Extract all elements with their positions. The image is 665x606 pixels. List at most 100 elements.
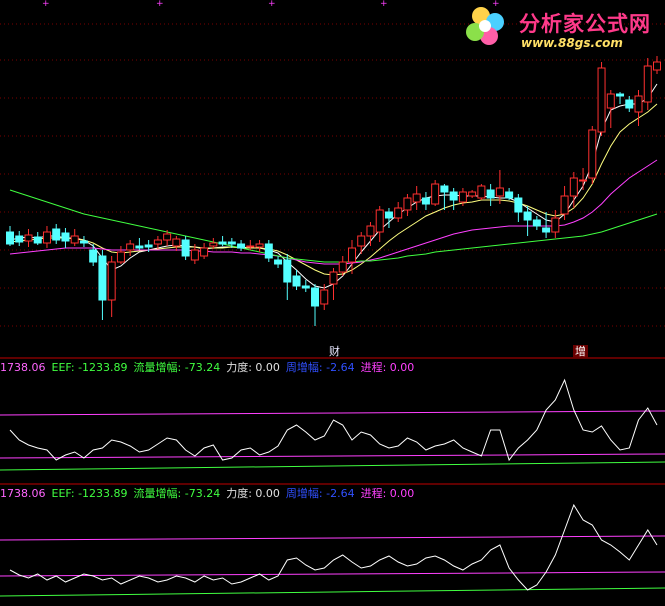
candle-body (70, 235, 79, 244)
readout-item: EEF: -1233.89 (51, 361, 128, 374)
candle-body (320, 289, 329, 305)
candle-body (246, 245, 255, 248)
candle-body (366, 225, 375, 237)
indicator-upper-band (0, 410, 665, 416)
candle-body (181, 239, 190, 257)
candle-body (255, 243, 264, 248)
indicator-line (9, 378, 658, 462)
candle-body (514, 197, 523, 213)
indicator-readout-2: 1738.06 EEF: -1233.89 流量增幅: -73.24 力度: 0.00… (0, 487, 420, 501)
top-tick: + (156, 0, 164, 9)
candle-body (163, 233, 172, 241)
candle-body (431, 183, 440, 205)
readout-item: 周增幅: -2.64 (285, 361, 355, 374)
readout-item: 进程: 0.00 (360, 487, 415, 500)
candle-body (283, 259, 292, 283)
indicator-line (9, 503, 658, 591)
candlestick-series (6, 56, 661, 326)
ma_short-line (9, 83, 658, 289)
readout-item: 进程: 0.00 (360, 361, 415, 374)
candle-body (625, 99, 634, 109)
candle-body (61, 232, 70, 242)
candle-body (274, 259, 283, 265)
candle-body (403, 197, 412, 211)
candle-body (107, 261, 116, 301)
candle-body (357, 235, 366, 247)
top-tick-marks: + + + + + (42, 0, 500, 9)
candle-body (440, 185, 449, 193)
marker-zeng: 增 (573, 345, 588, 358)
readout-item: 力度: 0.00 (226, 487, 280, 500)
stock-chart-canvas[interactable]: + + + + + (0, 0, 665, 606)
candle-body (653, 61, 661, 71)
readout-item: EEF: -1233.89 (51, 487, 128, 500)
readout-item: 力度: 0.00 (226, 361, 280, 374)
candle-body (421, 197, 430, 205)
indicator-lower-band (0, 587, 665, 597)
candle-body (311, 287, 320, 307)
site-logo: 分析家公式网 www.88gs.com (461, 2, 661, 54)
candle-body (569, 177, 578, 197)
readout-item: 流量增幅: -73.24 (133, 487, 221, 500)
candle-body (588, 129, 597, 179)
candle-body (24, 234, 33, 242)
readout-item: 周增幅: -2.64 (285, 487, 355, 500)
top-tick: + (268, 0, 276, 9)
candle-body (227, 241, 236, 245)
candle-body (89, 249, 98, 263)
candle-body (634, 95, 643, 113)
candle-body (375, 209, 384, 233)
top-tick: + (380, 0, 388, 9)
candle-body (468, 191, 477, 197)
candle-body (301, 285, 310, 289)
candle-body (264, 243, 273, 259)
candle-body (616, 93, 625, 97)
candle-body (329, 271, 338, 285)
candle-body (116, 251, 125, 263)
candle-body (153, 239, 162, 245)
candle-body (384, 211, 393, 219)
candle-body (477, 185, 486, 199)
indicator-upper-band (0, 535, 665, 541)
candle-body (33, 236, 42, 244)
candle-body (449, 191, 458, 201)
readout-item: 流量增幅: -73.24 (133, 361, 221, 374)
candle-body (6, 231, 14, 245)
candle-body (200, 247, 209, 257)
moving-average-lines (9, 83, 658, 289)
candle-body (523, 211, 532, 221)
candle-body (551, 217, 560, 233)
readout-item: 1738.06 (0, 487, 46, 500)
indicator-panel-2-plot (0, 503, 665, 597)
indicator-mid-band (0, 453, 665, 459)
candle-body (292, 275, 301, 287)
candle-body (42, 231, 51, 244)
candle-body (643, 65, 652, 103)
indicator-readout-1: 1738.06 EEF: -1233.89 流量增幅: -73.24 力度: 0.00… (0, 361, 420, 375)
candle-body (412, 193, 421, 203)
candle-body (579, 179, 588, 182)
candle-body (126, 243, 135, 251)
indicator-lower-band (0, 461, 665, 471)
candle-body (190, 249, 199, 261)
candle-body (606, 93, 615, 109)
candle-body (532, 219, 541, 227)
readout-item: 1738.06 (0, 361, 46, 374)
top-tick: + (42, 0, 50, 9)
candle-body (52, 228, 61, 241)
candle-body (237, 243, 246, 249)
candle-body (15, 235, 24, 243)
candle-body (597, 67, 606, 133)
candle-body (209, 242, 218, 247)
logo-title: 分析家公式网 (519, 12, 651, 36)
candle-body (98, 255, 107, 301)
candle-body (394, 207, 403, 219)
candle-body (560, 195, 569, 215)
indicator-panel-1-plot (0, 378, 665, 471)
candle-body (458, 191, 467, 203)
flower-logo-icon (466, 7, 504, 45)
logo-url: www.88gs.com (521, 36, 623, 50)
candle-body (144, 244, 153, 248)
ma_long-line (9, 159, 658, 265)
candle-body (79, 240, 88, 244)
